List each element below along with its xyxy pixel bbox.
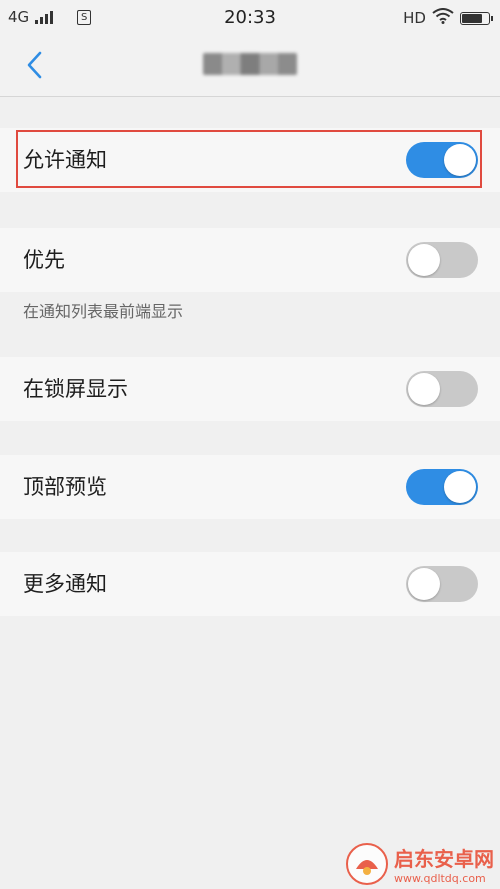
lockscreen-toggle[interactable]	[406, 371, 478, 407]
toggle-knob	[408, 373, 440, 405]
setting-label: 更多通知	[23, 572, 107, 596]
setting-row-allow-notifications[interactable]: 允许通知	[0, 128, 500, 192]
status-right: HD	[403, 8, 493, 28]
setting-label: 允许通知	[23, 148, 107, 172]
priority-hint: 在通知列表最前端显示	[23, 302, 184, 321]
setting-label: 顶部预览	[23, 475, 107, 499]
toggle-knob	[408, 568, 440, 600]
top-preview-toggle[interactable]	[406, 469, 478, 505]
setting-row-lockscreen[interactable]: 在锁屏显示	[0, 357, 500, 421]
setting-row-more-notifications[interactable]: 更多通知	[0, 552, 500, 616]
allow-notifications-toggle[interactable]	[406, 142, 478, 178]
more-notifications-toggle[interactable]	[406, 566, 478, 602]
back-button[interactable]	[18, 46, 54, 84]
watermark-name: 启东安卓网	[394, 847, 494, 871]
toggle-knob	[444, 144, 476, 176]
battery-icon	[460, 11, 493, 25]
chevron-left-icon	[27, 51, 42, 79]
wifi-icon	[432, 8, 454, 28]
toggle-knob	[444, 471, 476, 503]
setting-label: 优先	[23, 248, 65, 272]
watermark-text: 启东安卓网 www.qdltdq.com	[394, 843, 494, 885]
watermark-url: www.qdltdq.com	[394, 872, 486, 885]
setting-row-priority[interactable]: 优先	[0, 228, 500, 292]
toggle-knob	[408, 244, 440, 276]
watermark: 启东安卓网 www.qdltdq.com	[346, 843, 494, 885]
setting-row-top-preview[interactable]: 顶部预览	[0, 455, 500, 519]
watermark-logo-icon	[346, 843, 388, 885]
hd-indicator: HD	[403, 9, 426, 27]
page-title-redacted	[203, 53, 297, 75]
nav-bar	[0, 34, 500, 97]
setting-label: 在锁屏显示	[23, 377, 128, 401]
priority-toggle[interactable]	[406, 242, 478, 278]
status-bar: 4G S 20:33 HD	[0, 0, 500, 34]
battery-fill	[462, 13, 482, 23]
